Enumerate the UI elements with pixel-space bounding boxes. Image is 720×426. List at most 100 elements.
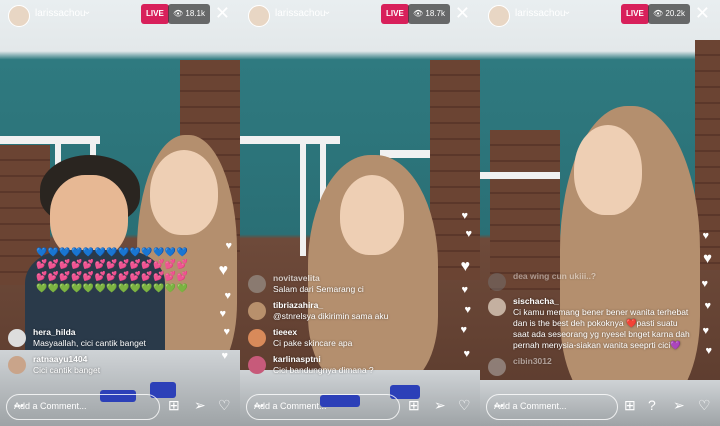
comment-item[interactable]: cibin3012 (488, 356, 693, 376)
comment-input[interactable]: Add a Comment... ••• (486, 394, 618, 420)
woman-face (574, 125, 642, 215)
add-video-icon[interactable]: ⊞ (168, 398, 180, 412)
close-icon[interactable]: ✕ (455, 3, 470, 23)
comment-item[interactable]: sischacha_ Ci kamu memang bener bener wan… (488, 296, 693, 351)
woman-face (340, 175, 404, 255)
woman-face (150, 150, 218, 235)
comment-list: novitavelita Salam dari Semarang ci tibri… (248, 268, 438, 376)
send-icon[interactable]: ➢ (673, 398, 685, 412)
commenter-avatar (488, 298, 506, 316)
floating-hearts: ♥ ♥ ♥ ♥ ♥ ♥ ♥ (454, 200, 474, 370)
heart-icon: ♥ (218, 262, 229, 279)
eye-icon: 👁 (413, 9, 426, 18)
close-icon[interactable]: ✕ (695, 3, 710, 23)
viewer-count[interactable]: 👁 18.1k (168, 4, 210, 24)
avatar[interactable] (8, 5, 30, 27)
comment-item[interactable]: dea wing cun ukiii..? (488, 271, 693, 291)
avatar[interactable] (248, 5, 270, 27)
top-bar: larissachou ⌄ LIVE 👁 18.7k ✕ (240, 0, 480, 30)
chevron-down-icon[interactable]: ⌄ (323, 6, 331, 17)
send-icon[interactable]: ➢ (434, 398, 446, 412)
comment-item[interactable]: karlinasptni Cici bandungnya dimana ? (248, 354, 438, 376)
heart-icon: ♥ (460, 324, 467, 336)
bottom-bar: Add a Comment... ••• ⊞ ➢ ♡ (0, 388, 240, 426)
comment-list: dea wing cun ukiii..? sischacha_ Ci kamu … (488, 266, 693, 376)
chevron-down-icon[interactable]: ⌄ (563, 6, 571, 17)
comment-text: Cici bandungnya dimana ? (273, 365, 374, 375)
username[interactable]: larissachou (35, 8, 86, 19)
floating-hearts: ♥ ♥ ♥ ♥ ♥ ♥ (694, 230, 714, 400)
crib-rail (0, 136, 100, 144)
comment-item[interactable]: tibriazahira_ @stnrelsya dikirimin sama a… (248, 300, 438, 322)
heart-icon: ♥ (224, 290, 231, 302)
eye-icon: 👁 (173, 9, 186, 18)
commenter-name: dea wing cun ukiii..? (513, 271, 597, 281)
more-dots-icon[interactable]: ••• (14, 401, 151, 411)
close-icon[interactable]: ✕ (215, 3, 230, 23)
comment-item[interactable]: novitavelita Salam dari Semarang ci (248, 273, 438, 295)
live-panel-3: larissachou ⌄ LIVE 👁 20.2k ✕ dea wing cu… (480, 0, 720, 426)
heart-icon: ♥ (460, 258, 471, 275)
heart-icon: ♥ (465, 228, 472, 240)
heart-icon: ♥ (702, 230, 709, 242)
comment-item[interactable]: tieeex Ci pake skincare apa (248, 327, 438, 349)
heart-icon: ♥ (703, 250, 712, 267)
commenter-avatar (488, 273, 506, 291)
live-panel-1: larissachou ⌄ LIVE 👁 18.1k ✕ 💙💙💙💙💙💙💙💙💙💙💙… (0, 0, 240, 426)
send-icon[interactable]: ➢ (194, 398, 206, 412)
live-badge: LIVE (141, 4, 169, 24)
heart-icon: ♥ (223, 326, 230, 338)
avatar[interactable] (488, 5, 510, 27)
comment-input[interactable]: Add a Comment... ••• (6, 394, 160, 420)
comment-text: @stnrelsya dikirimin sama aku (273, 311, 389, 321)
viewer-count[interactable]: 👁 20.2k (648, 4, 690, 24)
comment-item[interactable]: hera_hilda Masyaallah, cici cantik banget (8, 327, 198, 349)
chevron-down-icon[interactable]: ⌄ (83, 6, 91, 17)
comment-list: hera_hilda Masyaallah, cici cantik banget… (8, 322, 198, 376)
live-panel-2: larissachou ⌄ LIVE 👁 18.7k ✕ novitavelit… (240, 0, 480, 426)
top-bar: larissachou ⌄ LIVE 👁 18.1k ✕ (0, 0, 240, 30)
comment-item[interactable]: ratnaayu1404 Cici cantik banget (8, 354, 198, 376)
heart-icon[interactable]: ♡ (698, 398, 711, 412)
heart-emoji-comment: 💙💙💙💙💙💙💙💙💙💙💙💙💙 💕💕💕💕💕💕💕💕💕💕💕💕💕 💕💕💕💕💕💕💕💕💕💕💕💕… (36, 246, 196, 294)
heart-icon[interactable]: ♡ (218, 398, 231, 412)
commenter-name: tieeex (273, 327, 298, 337)
add-video-icon[interactable]: ⊞ (624, 398, 636, 412)
live-stream-screens: larissachou ⌄ LIVE 👁 18.1k ✕ 💙💙💙💙💙💙💙💙💙💙💙… (0, 0, 720, 426)
heart-icon: ♥ (701, 278, 708, 290)
username[interactable]: larissachou (275, 8, 326, 19)
comment-text: Salam dari Semarang ci (273, 284, 364, 294)
more-dots-icon[interactable]: ••• (494, 401, 609, 411)
question-icon[interactable]: ? (648, 398, 656, 412)
commenter-name: ratnaayu1404 (33, 354, 88, 364)
commenter-avatar (248, 329, 266, 347)
commenter-avatar (8, 356, 26, 374)
comment-text: Masyaallah, cici cantik banget (33, 338, 146, 348)
comment-text: Ci kamu memang bener bener wanita terheb… (513, 307, 690, 350)
heart-icon: ♥ (221, 350, 228, 362)
heart-row: 💕💕💕💕💕💕💕💕💕💕💕💕💕 (36, 259, 189, 269)
commenter-name: hera_hilda (33, 327, 76, 337)
heart-icon: ♥ (463, 348, 470, 360)
commenter-avatar (248, 302, 266, 320)
heart-row: 💚💚💚💚💚💚💚💚💚💚💚💚💚 (36, 283, 189, 293)
bottom-bar: Add a Comment... ••• ⊞ ➢ ♡ (240, 388, 480, 426)
heart-icon: ♥ (702, 325, 709, 337)
viewer-count-value: 18.1k (185, 9, 205, 18)
live-badge: LIVE (621, 4, 649, 24)
viewer-count-value: 20.2k (665, 9, 685, 18)
heart-icon: ♥ (461, 284, 468, 296)
add-video-icon[interactable]: ⊞ (408, 398, 420, 412)
heart-icon[interactable]: ♡ (458, 398, 471, 412)
viewer-count[interactable]: 👁 18.7k (408, 4, 450, 24)
more-dots-icon[interactable]: ••• (254, 401, 391, 411)
username[interactable]: larissachou (515, 8, 566, 19)
commenter-name: karlinasptni (273, 354, 321, 364)
comment-text: Cici cantik banget (33, 365, 101, 375)
commenter-name: tibriazahira_ (273, 300, 324, 310)
comment-input[interactable]: Add a Comment... ••• (246, 394, 400, 420)
floating-hearts: ♥ ♥ ♥ ♥ ♥ ♥ (214, 200, 234, 370)
commenter-avatar (8, 329, 26, 347)
heart-icon: ♥ (461, 210, 468, 222)
heart-icon: ♥ (225, 240, 232, 252)
